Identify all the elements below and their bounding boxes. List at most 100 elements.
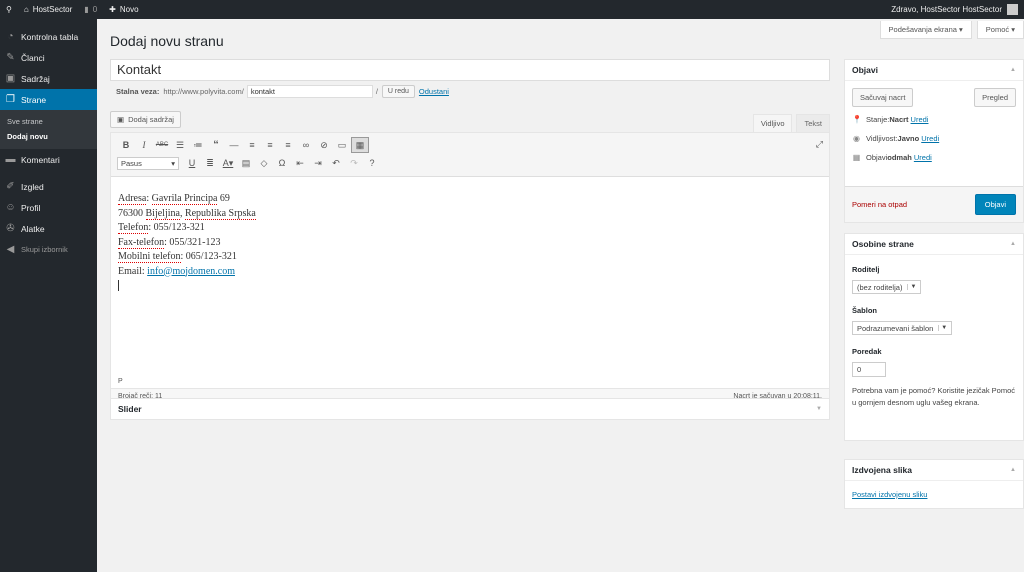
home-icon: ⌂ [23,5,29,14]
sidebar-item-label: Sadržaj [21,73,50,84]
post-title-input[interactable]: Kontakt [110,59,830,81]
clear-formatting-icon[interactable]: ◇ [255,155,273,171]
format-select[interactable]: Pasus ▾ [117,156,179,170]
template-select[interactable]: Podrazumevani šablon ▼ [852,321,953,335]
toolbar-row-2: Pasus ▾ U ≣ A▾ ▤ ◇ Ω ⇤ ⇥ ↶ ↷ ? [117,155,381,171]
align-left-icon[interactable]: ≡ [243,137,261,153]
edit-schedule-link[interactable]: Uredi [914,153,932,162]
slug-input[interactable]: kontakt [246,85,373,98]
comment-bubble-icon: ▮ [84,5,89,14]
pin-icon: 📍 [852,115,862,124]
greeting: Zdravo, HostSector HostSector [891,5,1002,14]
tab-visual[interactable]: Vidljivo [752,114,793,133]
featured-image-metabox: Izdvojena slika ▲ Postavi izdvojenu slik… [844,459,1024,509]
underline-icon[interactable]: U [183,155,201,171]
parent-select[interactable]: (bez roditelja) ▼ [852,280,922,294]
sidebar-item-pages[interactable]: ❐ Strane [0,89,97,110]
blockquote-icon[interactable]: “ [207,137,225,153]
calendar-icon: ▦ [852,153,861,162]
strikethrough-icon[interactable]: ABC [153,137,171,153]
publish-button[interactable]: Objavi [974,194,1016,215]
sidebar-item-comments[interactable]: ▬ Komentari [0,149,97,170]
submenu-all-pages[interactable]: Sve strane [0,114,97,129]
visibility-row: ◉ Vidljivost: Javno Uredi [853,134,940,143]
numbered-list-icon[interactable]: ≔ [189,137,207,153]
read-more-icon[interactable]: ▭ [333,137,351,153]
indent-icon[interactable]: ⇥ [309,155,327,171]
publish-header[interactable]: Objavi ▲ [845,60,1023,81]
page-attributes-header[interactable]: Osobine strane ▲ [845,234,1023,255]
editor-tabs: Vidljivo Tekst [749,114,830,133]
bold-icon[interactable]: B [117,137,135,153]
comments-link[interactable]: ▮ 0 [78,0,103,19]
sidebar-item-posts[interactable]: ✎ Članci [0,47,97,68]
screen-options-button[interactable]: Podešavanja ekrana ▾ [879,21,972,39]
align-center-icon[interactable]: ≡ [261,137,279,153]
sidebar-item-tools[interactable]: ✇ Alatke [0,218,97,239]
submenu-add-new[interactable]: Dodaj novu [0,129,97,144]
publish-metabox: Objavi ▲ Sačuvaj nacrt Pregled 📍 Stanje:… [844,59,1024,223]
sidebar-item-dashboard[interactable]: ◔ Kontrolna tabla [0,26,97,47]
add-media-button[interactable]: ▣ Dodaj sadržaj [110,111,181,128]
content-line: Telefon: 055/123-321 [118,222,205,234]
special-character-icon[interactable]: Ω [273,155,291,171]
edit-status-link[interactable]: Uredi [911,115,929,124]
justify-icon[interactable]: ≣ [201,155,219,171]
collapse-menu-button[interactable]: ◀ Skupi izbornik [0,239,97,260]
italic-icon[interactable]: I [135,137,153,153]
toggle-arrow-icon[interactable]: ▲ [1010,241,1016,247]
eye-icon: ◉ [853,134,860,143]
paste-text-icon[interactable]: ▤ [237,155,255,171]
schedule-row: ▦ Objavi odmah Uredi [852,153,932,162]
wp-logo-icon[interactable]: ⚲ [0,0,18,19]
toggle-arrow-icon[interactable]: ▲ [1010,467,1016,473]
sidebar-item-appearance[interactable]: ✐ Izgled [0,176,97,197]
chevron-down-icon: ▼ [907,284,916,290]
featured-image-header[interactable]: Izdvojena slika ▲ [845,460,1023,481]
help-button[interactable]: Pomoć ▾ [976,21,1024,39]
link-icon[interactable]: ∞ [297,137,315,153]
site-name-link[interactable]: ⌂ HostSector [18,0,78,19]
redo-icon[interactable]: ↷ [345,155,363,171]
sidebar-item-profile[interactable]: ☺ Profil [0,197,97,218]
permalink-ok-button[interactable]: U redu [381,85,415,98]
account-menu[interactable]: Zdravo, HostSector HostSector [885,0,1024,19]
outdent-icon[interactable]: ⇤ [291,155,309,171]
distraction-free-icon[interactable]: ⤢ [816,139,823,150]
toolbar-toggle-icon[interactable]: ▦ [351,137,369,153]
set-featured-image-link[interactable]: Postavi izdvojenu sliku [852,490,927,499]
move-to-trash-link[interactable]: Pomeri na otpad [852,200,907,209]
edit-visibility-link[interactable]: Uredi [921,134,939,143]
editor-toolbar: B I ABC ☰ ≔ “ — ≡ ≡ ≡ ∞ ⊘ ▭ ▦ Pasus ▾ U … [111,133,829,177]
horizontal-line-icon[interactable]: — [225,137,243,153]
save-draft-button[interactable]: Sačuvaj nacrt [852,88,914,107]
permalink-label: Stalna veza: [116,87,160,96]
bullet-list-icon[interactable]: ☰ [171,137,189,153]
comments-icon: ▬ [5,154,16,165]
permalink-cancel-link[interactable]: Odustani [419,87,449,96]
slider-metabox[interactable]: Slider ▼ [110,398,830,420]
chevron-down-icon: ▼ [938,325,947,331]
help-icon[interactable]: ? [363,155,381,171]
order-input[interactable]: 0 [852,362,886,377]
preview-button[interactable]: Pregled [974,88,1016,107]
editor-content[interactable]: Adresa: Gavrila Principa 69 76300 Bijelj… [111,177,829,357]
profile-icon: ☺ [5,202,16,213]
sidebar-item-media[interactable]: ▣ Sadržaj [0,68,97,89]
toolbar-row-1: B I ABC ☰ ≔ “ — ≡ ≡ ≡ ∞ ⊘ ▭ ▦ [117,137,369,153]
comments-count: 0 [92,5,98,14]
email-link[interactable]: info@mojdomen.com [147,266,235,277]
parent-label: Roditelj [852,265,880,274]
undo-icon[interactable]: ↶ [327,155,345,171]
text-color-icon[interactable]: A▾ [219,155,237,171]
toggle-arrow-icon[interactable]: ▲ [1010,67,1016,73]
new-label: Novo [119,5,139,14]
new-content-link[interactable]: ✚ Novo [103,0,144,19]
sidebar-item-label: Izgled [21,181,44,192]
pages-submenu: Sve strane Dodaj novu [0,110,97,149]
element-path[interactable]: P [111,376,829,388]
toggle-arrow-icon[interactable]: ▼ [816,406,822,412]
tab-text[interactable]: Tekst [796,114,830,133]
unlink-icon[interactable]: ⊘ [315,137,333,153]
align-right-icon[interactable]: ≡ [279,137,297,153]
